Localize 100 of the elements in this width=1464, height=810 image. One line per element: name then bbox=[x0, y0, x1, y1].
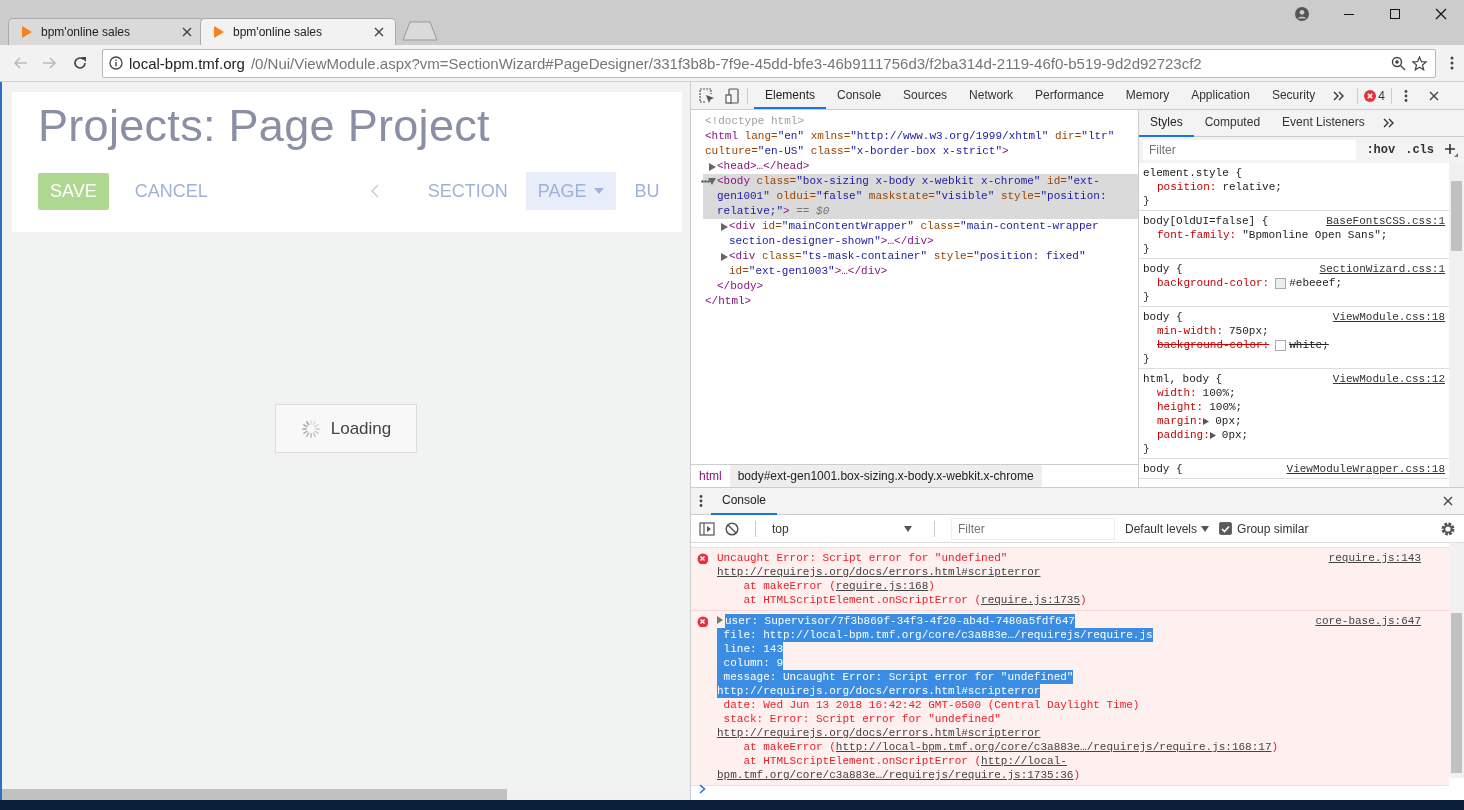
ellipsis-icon[interactable] bbox=[701, 180, 710, 183]
drawer-tab[interactable]: Console bbox=[711, 487, 778, 515]
css-selector: body { bbox=[1143, 262, 1183, 276]
sidebar-icon[interactable] bbox=[699, 521, 715, 536]
account-icon[interactable] bbox=[1295, 7, 1309, 21]
link[interactable]: require.js:168 bbox=[835, 580, 929, 592]
close-icon[interactable] bbox=[1435, 8, 1447, 20]
levels-dropdown[interactable]: Default levels bbox=[1125, 521, 1210, 536]
property-name[interactable]: background-color: bbox=[1157, 276, 1270, 290]
property-name[interactable]: background-color: bbox=[1157, 338, 1270, 352]
devtools-tab[interactable]: Console bbox=[826, 82, 893, 109]
star-icon[interactable] bbox=[1412, 55, 1427, 71]
color-swatch[interactable] bbox=[1275, 277, 1287, 289]
settings-icon[interactable] bbox=[1440, 520, 1456, 537]
source-link[interactable]: ViewModuleWrapper.css:18 bbox=[1286, 462, 1445, 476]
css-selector: element.style { bbox=[1143, 166, 1243, 180]
property-value[interactable]: "Bpmonline Open Sans"; bbox=[1242, 228, 1388, 242]
property-value[interactable]: 0px; bbox=[1215, 414, 1242, 428]
source-link[interactable]: SectionWizard.css:1 bbox=[1319, 262, 1445, 276]
clear-icon[interactable] bbox=[725, 521, 739, 536]
breadcrumb[interactable]: html bbox=[691, 465, 730, 487]
dom-node-text: <head>…</head> bbox=[717, 159, 810, 174]
devtools-tab[interactable]: Memory bbox=[1114, 82, 1181, 109]
property-name[interactable]: height: bbox=[1157, 400, 1204, 414]
property-name[interactable]: width: bbox=[1157, 386, 1197, 400]
property-name[interactable]: margin: bbox=[1157, 414, 1204, 428]
link[interactable]: http://local- bbox=[981, 755, 1067, 767]
breadcrumb[interactable]: body#ext-gen1001.box-sizing.x-body.x-webkit.x-chrome bbox=[729, 465, 1042, 487]
devtools-tab[interactable]: Security bbox=[1260, 82, 1327, 109]
devtools-tab[interactable]: Sources bbox=[892, 82, 959, 109]
devtools-tab[interactable]: Application bbox=[1180, 82, 1261, 109]
menu-icon[interactable] bbox=[1450, 55, 1454, 71]
context-dropdown[interactable]: top bbox=[772, 521, 918, 536]
link[interactable]: require.js:1735 bbox=[981, 594, 1081, 606]
triangle-right-icon[interactable] bbox=[1203, 417, 1210, 425]
error-count[interactable]: 4 bbox=[1378, 88, 1385, 103]
triangle-right-icon[interactable] bbox=[717, 616, 723, 624]
property-value[interactable]: 750px; bbox=[1229, 324, 1269, 338]
hover-toggle[interactable]: :hov bbox=[1366, 143, 1396, 157]
dom-row[interactable]: <head>…</head> bbox=[703, 159, 1138, 174]
checkbox-label[interactable]: Group similar bbox=[1237, 521, 1309, 536]
error-icon[interactable] bbox=[1364, 89, 1377, 102]
checkbox[interactable] bbox=[1219, 522, 1233, 535]
link[interactable]: http://local-bpm.tmf.org/core/c3a883e…/requirejs/require.js:168:17 bbox=[835, 741, 1272, 753]
closing-brace: } bbox=[1143, 290, 1151, 304]
source-link[interactable]: core-base.js:647 bbox=[1315, 614, 1421, 782]
more-tabs-icon[interactable] bbox=[1381, 117, 1395, 129]
link[interactable]: bpm.tmf.org/core/c3a883e…/requirejs/require.js:1735:36 bbox=[717, 769, 1074, 781]
triangle-right-icon[interactable] bbox=[708, 163, 716, 171]
menu-icon[interactable] bbox=[1403, 88, 1408, 103]
devtools-tab[interactable]: Network bbox=[958, 82, 1025, 109]
source-link[interactable]: ViewModule.css:18 bbox=[1332, 310, 1445, 324]
styles-tab[interactable]: Computed bbox=[1193, 109, 1272, 137]
link[interactable]: http://requirejs.org/docs/errors.html#scripterror bbox=[717, 566, 1041, 578]
close-icon[interactable] bbox=[1442, 495, 1454, 507]
add-rule-icon[interactable] bbox=[1444, 143, 1458, 157]
class-toggle[interactable]: .cls bbox=[1405, 143, 1434, 157]
property-name[interactable]: font-family: bbox=[1157, 228, 1237, 242]
triangle-right-icon[interactable] bbox=[720, 223, 728, 231]
info-icon bbox=[109, 56, 123, 70]
color-swatch[interactable] bbox=[1275, 339, 1287, 351]
caret-down-icon bbox=[594, 188, 605, 194]
source-link[interactable]: BaseFontsCSS.css:1 bbox=[1326, 214, 1445, 228]
property-value[interactable]: 100%; bbox=[1202, 386, 1236, 400]
property-value[interactable]: 0px; bbox=[1221, 428, 1249, 442]
styles-tab[interactable]: Event Listeners bbox=[1271, 109, 1376, 137]
source-link[interactable]: ViewModule.css:12 bbox=[1332, 372, 1445, 386]
reload-icon[interactable] bbox=[72, 55, 88, 71]
dom-row[interactable]: <div class="ts-mask-container" style="position: fixed" id="ext-gen1003">…</div> bbox=[715, 249, 1138, 279]
filter-field[interactable]: Filter bbox=[1143, 140, 1357, 160]
property-value[interactable]: relative; bbox=[1222, 180, 1282, 194]
link[interactable]: http://requirejs.org/docs/errors.html#scripterror bbox=[717, 727, 1041, 739]
property-name[interactable]: position: bbox=[1157, 180, 1217, 194]
menu-icon[interactable] bbox=[699, 494, 703, 508]
triangle-right-icon[interactable] bbox=[720, 253, 728, 261]
css-selector: body[OldUI=false] { bbox=[1143, 214, 1269, 228]
close-icon[interactable] bbox=[181, 26, 193, 38]
property-value[interactable]: white; bbox=[1289, 338, 1329, 352]
property-name[interactable]: padding: bbox=[1157, 428, 1210, 442]
more-tabs-icon[interactable] bbox=[1332, 89, 1346, 102]
property-value[interactable]: #ebeeef; bbox=[1289, 276, 1343, 290]
close-icon[interactable] bbox=[373, 26, 385, 38]
dom-node-text: </body> bbox=[717, 280, 764, 292]
source-link[interactable]: require.js:143 bbox=[1328, 551, 1421, 607]
device-icon[interactable] bbox=[725, 87, 741, 104]
property-value[interactable]: 100%; bbox=[1209, 400, 1243, 414]
devtools-tab[interactable]: Elements bbox=[754, 82, 827, 109]
zoom-icon[interactable] bbox=[1391, 55, 1406, 71]
address-field[interactable]: local-bpm.tmf.org /0/Nui/ViewModule.aspx?vm=SectionWizard#PageDesigner/331f3b8b-7f9e-45dd-bfe3-46b9111756d3/f2ba314d-2119-46f0-b519-9d2d92723cf2 bbox=[102, 48, 1436, 78]
triangle-right-icon[interactable] bbox=[1209, 431, 1216, 439]
checkmark-icon bbox=[1221, 524, 1231, 533]
triangle-down-icon[interactable] bbox=[708, 178, 716, 186]
inspect-icon[interactable] bbox=[699, 87, 715, 104]
closing-brace: } bbox=[1143, 242, 1151, 256]
maximize-icon[interactable] bbox=[1389, 8, 1401, 20]
browser-tab[interactable]: bpm'online sales bbox=[200, 18, 396, 45]
devtools-tab[interactable]: Performance bbox=[1024, 82, 1115, 109]
property-name[interactable]: min-width: bbox=[1157, 324, 1223, 338]
filter-field[interactable]: Filter bbox=[951, 517, 1115, 540]
close-icon[interactable] bbox=[1427, 89, 1440, 102]
